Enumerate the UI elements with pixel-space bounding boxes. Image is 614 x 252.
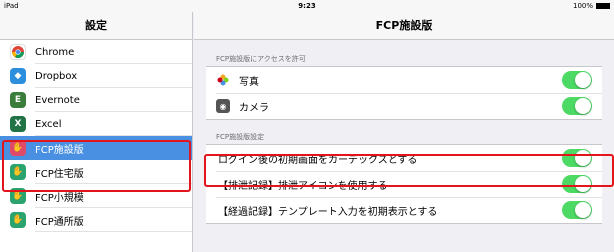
setting-label-template: 【経過記録】テンプレート入力を初期表示とする [218,206,438,218]
sidebar-item-fcp-jutaku[interactable]: ✋ FCP住宅版 [0,160,192,184]
setting-label-kardex: ログイン後の初期画面をカーデックスとする [218,154,418,166]
detail-pane: FCP施設版 FCP施設版にアクセスを許可 写真 ◉ カメラ FCP施設版設定 … [194,12,614,252]
template-toggle[interactable] [562,201,592,219]
camera-toggle[interactable] [562,97,592,115]
sidebar-item-dropbox[interactable]: ◆ Dropbox [0,64,192,88]
detail-title: FCP施設版 [194,12,614,40]
settings-sidebar: 設定 Chrome ◆ Dropbox E Evernote X Excel ✋… [0,12,193,252]
sidebar-item-label: FCP通所版 [35,216,84,228]
sidebar-item-label: FCP住宅版 [35,168,84,180]
settings-group: ログイン後の初期画面をカーデックスとする 【排泄記録】排泄アイコンを使用する 【… [206,144,602,224]
photos-icon [216,73,230,87]
photos-row: 写真 [206,67,602,93]
fcp-icon: ✋ [10,212,26,228]
sidebar-item-fcp-shisetsu[interactable]: ✋ FCP施設版 [0,136,192,160]
photos-label: 写真 [239,76,259,88]
chrome-icon [10,44,26,60]
camera-icon: ◉ [216,99,230,113]
access-group: 写真 ◉ カメラ [206,66,602,120]
photos-toggle[interactable] [562,71,592,89]
evernote-icon: E [10,92,26,108]
status-bar: iPad 9:23 100% [0,0,614,12]
section-header-settings: FCP施設版設定 [216,133,265,141]
sidebar-item-label: Excel [35,118,62,130]
sidebar-item-label: Dropbox [35,70,78,82]
fcp-icon: ✋ [10,164,26,180]
clock: 9:23 [298,2,316,10]
setting-row-excretion: 【排泄記録】排泄アイコンを使用する [206,171,602,197]
excretion-toggle[interactable] [562,175,592,193]
battery-icon [596,3,610,9]
sidebar-item-chrome[interactable]: Chrome [0,40,192,64]
status-right: 100% [573,0,610,12]
battery-percent: 100% [572,2,593,10]
sidebar-item-label: FCP施設版 [35,144,84,156]
sidebar-item-evernote[interactable]: E Evernote [0,88,192,112]
dropbox-icon: ◆ [10,68,26,84]
setting-label-excretion: 【排泄記録】排泄アイコンを使用する [218,180,388,192]
kardex-toggle[interactable] [562,149,592,167]
sidebar-item-label: Chrome [35,46,75,58]
sidebar-item-label: FCP小規模 [35,192,84,204]
sidebar-item-label: Evernote [35,94,80,106]
excel-icon: X [10,116,26,132]
fcp-icon: ✋ [10,140,26,156]
setting-row-kardex: ログイン後の初期画面をカーデックスとする [206,145,602,171]
setting-row-template: 【経過記録】テンプレート入力を初期表示とする [206,197,602,223]
section-header-access: FCP施設版にアクセスを許可 [216,55,306,63]
fcp-icon: ✋ [10,188,26,204]
camera-label: カメラ [239,102,269,114]
sidebar-item-fcp-tsusho[interactable]: ✋ FCP通所版 [0,208,192,232]
sidebar-item-fcp-shokibo[interactable]: ✋ FCP小規模 [0,184,192,208]
sidebar-item-excel[interactable]: X Excel [0,112,192,136]
sidebar-title: 設定 [0,12,192,40]
camera-row: ◉ カメラ [206,93,602,119]
app-list: Chrome ◆ Dropbox E Evernote X Excel ✋ FC… [0,40,192,232]
